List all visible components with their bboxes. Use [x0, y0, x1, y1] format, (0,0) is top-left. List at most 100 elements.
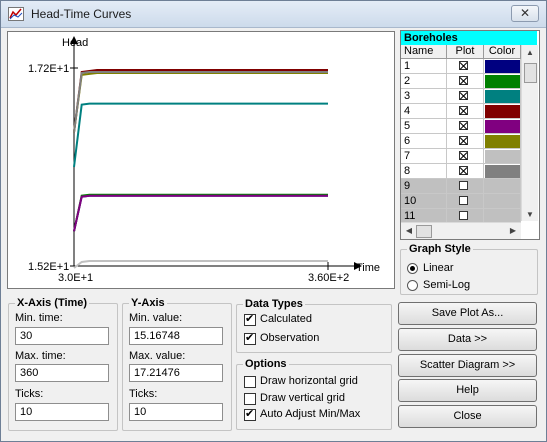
borehole-name-cell: 6: [401, 134, 447, 149]
borehole-name-cell: 7: [401, 149, 447, 164]
plot-checkbox[interactable]: [459, 181, 468, 190]
borehole-row[interactable]: 2: [401, 74, 521, 89]
borehole-series-2: [73, 193, 328, 232]
plot-checkbox[interactable]: [459, 106, 468, 115]
borehole-name-cell: 1: [401, 59, 447, 74]
borehole-name-cell: 4: [401, 104, 447, 119]
scatter-diagram-button[interactable]: Scatter Diagram >>: [398, 354, 537, 377]
plot-checkbox[interactable]: [459, 76, 468, 85]
borehole-row[interactable]: 9: [401, 179, 521, 194]
x-ticks-input[interactable]: 10: [15, 403, 109, 421]
borehole-plot-cell: [447, 164, 484, 179]
column-header-color[interactable]: Color: [484, 45, 521, 59]
linear-label[interactable]: Linear: [423, 262, 454, 274]
auto-adjust-checkbox[interactable]: [244, 407, 256, 421]
borehole-color-cell[interactable]: [484, 74, 521, 89]
borehole-color-cell[interactable]: [484, 59, 521, 74]
borehole-row[interactable]: 3: [401, 89, 521, 104]
x-right-tick-label: 3.60E+2: [308, 272, 349, 284]
plot-checkbox[interactable]: [459, 136, 468, 145]
y-ticks-input[interactable]: 10: [129, 403, 223, 421]
plot-checkbox[interactable]: [459, 61, 468, 70]
horizontal-grid-label[interactable]: Draw horizontal grid: [260, 375, 358, 387]
data-types-title: Data Types: [245, 298, 303, 310]
semilog-label[interactable]: Semi-Log: [423, 279, 470, 291]
y-min-input[interactable]: 15.16748: [129, 327, 223, 345]
borehole-row[interactable]: 4: [401, 104, 521, 119]
borehole-color-cell[interactable]: [484, 179, 521, 194]
borehole-color-cell[interactable]: [484, 164, 521, 179]
y-max-label: Max. value:: [129, 350, 186, 362]
borehole-series-5: [73, 194, 328, 232]
linear-radio[interactable]: [407, 263, 418, 274]
x-min-input[interactable]: 30: [15, 327, 109, 345]
plot-checkbox[interactable]: [459, 121, 468, 130]
scroll-up-icon[interactable]: ▲: [522, 45, 538, 61]
y-top-tick-label: 1.72E+1: [28, 63, 69, 75]
plot-checkbox[interactable]: [459, 151, 468, 160]
plot-checkbox[interactable]: [459, 166, 468, 175]
color-swatch[interactable]: [485, 105, 520, 118]
borehole-color-cell[interactable]: [484, 194, 521, 209]
scroll-down-icon[interactable]: ▼: [522, 207, 538, 223]
borehole-row[interactable]: 1: [401, 59, 521, 74]
grid-vertical-scrollbar[interactable]: ▲ ▼: [521, 45, 538, 221]
borehole-name-cell: 3: [401, 89, 447, 104]
observation-checkbox[interactable]: [244, 331, 256, 345]
horizontal-scroll-thumb[interactable]: [416, 225, 432, 238]
window-close-button[interactable]: ✕: [511, 5, 539, 22]
y-max-input[interactable]: 17.21476: [129, 364, 223, 382]
horizontal-grid-checkbox[interactable]: [244, 376, 256, 388]
borehole-row[interactable]: 10: [401, 194, 521, 209]
color-swatch[interactable]: [485, 165, 520, 178]
calculated-checkbox[interactable]: [244, 312, 256, 326]
column-header-name[interactable]: Name: [401, 45, 447, 59]
borehole-plot-cell: [447, 179, 484, 194]
color-swatch[interactable]: [485, 135, 520, 148]
save-plot-button[interactable]: Save Plot As...: [398, 302, 537, 325]
color-swatch[interactable]: [485, 90, 520, 103]
color-swatch[interactable]: [485, 120, 520, 133]
borehole-plot-cell: [447, 89, 484, 104]
borehole-color-cell[interactable]: [484, 104, 521, 119]
help-button[interactable]: Help: [398, 379, 537, 402]
borehole-color-cell[interactable]: [484, 119, 521, 134]
plot-checkbox[interactable]: [459, 196, 468, 205]
color-swatch[interactable]: [485, 75, 520, 88]
plot-checkbox[interactable]: [459, 211, 468, 220]
borehole-name-cell: 2: [401, 74, 447, 89]
borehole-row[interactable]: 5: [401, 119, 521, 134]
borehole-plot-cell: [447, 194, 484, 209]
borehole-color-cell[interactable]: [484, 149, 521, 164]
grid-horizontal-scrollbar[interactable]: ◀ ▶: [401, 222, 521, 239]
vertical-grid-label[interactable]: Draw vertical grid: [260, 392, 345, 404]
calculated-label[interactable]: Calculated: [260, 313, 312, 325]
boreholes-title: Boreholes: [401, 31, 537, 45]
x-axis-title: X-Axis (Time): [17, 297, 88, 309]
scroll-right-icon[interactable]: ▶: [505, 223, 521, 239]
semilog-radio[interactable]: [407, 280, 418, 291]
observation-label[interactable]: Observation: [260, 332, 319, 344]
borehole-row[interactable]: 7: [401, 149, 521, 164]
x-axis-label: Time: [356, 262, 380, 274]
vertical-scroll-thumb[interactable]: [524, 63, 537, 83]
borehole-row[interactable]: 6: [401, 134, 521, 149]
plot-checkbox[interactable]: [459, 91, 468, 100]
close-button[interactable]: Close: [398, 405, 537, 428]
data-button[interactable]: Data >>: [398, 328, 537, 351]
data-types-group: Data Types: [236, 298, 392, 353]
x-max-input[interactable]: 360: [15, 364, 109, 382]
borehole-name-cell: 10: [401, 194, 447, 209]
x-left-tick-label: 3.0E+1: [58, 272, 93, 284]
borehole-color-cell[interactable]: [484, 134, 521, 149]
scroll-left-icon[interactable]: ◀: [401, 223, 417, 239]
vertical-grid-checkbox[interactable]: [244, 393, 256, 405]
color-swatch[interactable]: [485, 60, 520, 73]
borehole-plot-cell: [447, 134, 484, 149]
color-swatch[interactable]: [485, 150, 520, 163]
borehole-row[interactable]: 8: [401, 164, 521, 179]
column-header-plot[interactable]: Plot: [447, 45, 484, 59]
borehole-color-cell[interactable]: [484, 89, 521, 104]
auto-adjust-label[interactable]: Auto Adjust Min/Max: [260, 408, 360, 420]
borehole-name-cell: 9: [401, 179, 447, 194]
